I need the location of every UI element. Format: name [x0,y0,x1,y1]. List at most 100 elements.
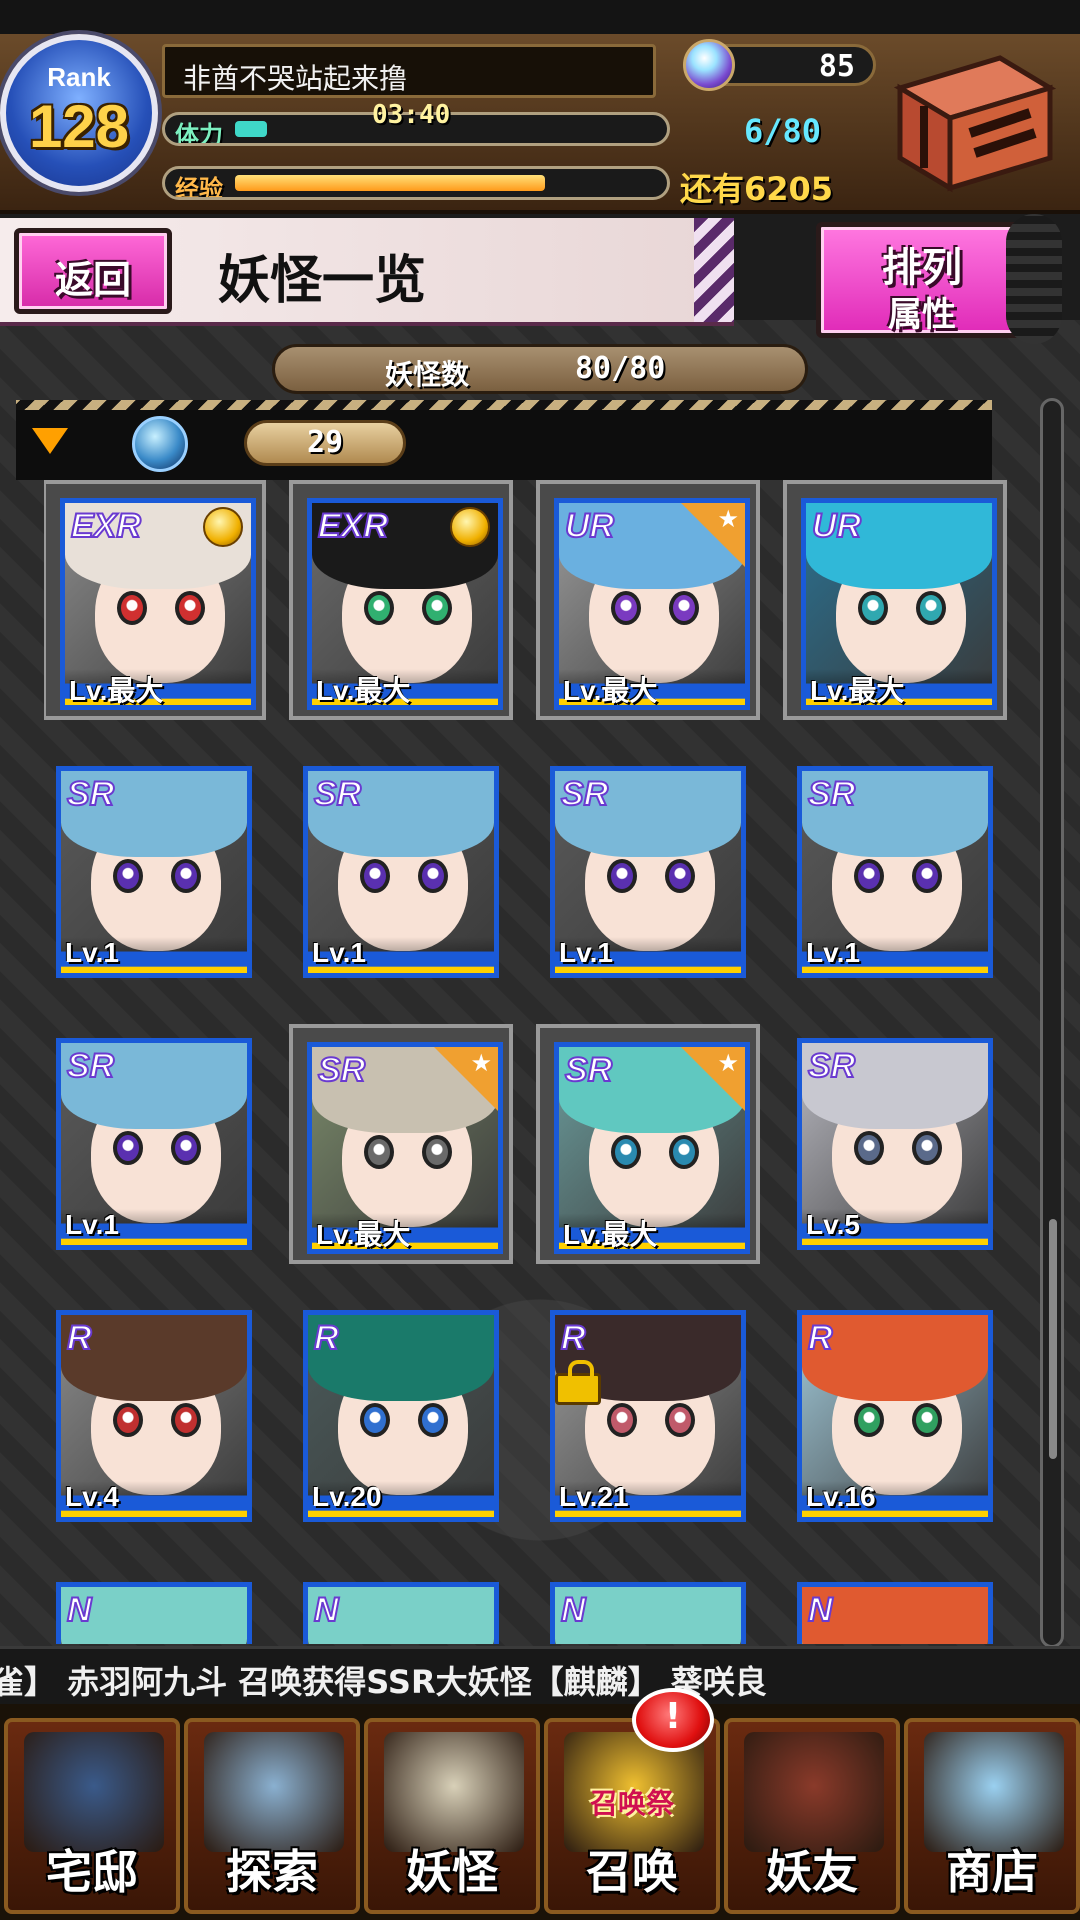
chest-icon[interactable] [880,48,1062,200]
yokai-card[interactable]: SR Lv.最大 [536,1024,760,1264]
portrait-eye [364,1135,394,1169]
rank-badge[interactable]: Rank 128 [0,34,158,192]
nav-item-house[interactable]: 宅邸 [4,1718,180,1914]
fox-girl-icon [744,1732,884,1852]
yokai-card[interactable]: UR Lv.最大 [536,480,760,720]
yokai-card[interactable]: EXR Lv.最大 [289,480,513,720]
rarity-label: EXR [317,506,389,546]
gem-counter[interactable]: 85 [683,39,876,91]
yokai-card[interactable]: N [289,1568,513,1644]
yokai-portrait: SR Lv.1 [303,766,499,978]
level-label: Lv.最大 [806,669,992,705]
nav-label: 宅邸 [46,1845,138,1899]
portrait-eye [912,859,942,893]
yokai-portrait: SR Lv.最大 [554,1042,750,1254]
yokai-card[interactable]: R Lv.20 [289,1296,513,1536]
dropdown-arrow-icon[interactable] [32,428,68,454]
yokai-card[interactable]: N [783,1568,1007,1644]
yokai-card[interactable]: SR Lv.1 [783,752,1007,992]
yokai-card[interactable]: SR Lv.1 [289,752,513,992]
level-label: Lv.最大 [559,1213,745,1249]
scroll-icon [384,1732,524,1852]
summon-fest-label: 召唤祭 [589,1787,674,1820]
yokai-card[interactable]: R Lv.4 [44,1296,266,1536]
yokai-card[interactable]: UR Lv.最大 [783,480,1007,720]
alert-mark: ! [664,1696,682,1737]
lock-icon [555,1360,601,1405]
back-button[interactable]: 返回 [14,228,172,314]
level-label: Lv.1 [61,937,247,973]
portrait-eye [611,591,641,625]
yokai-card[interactable]: SR Lv.1 [44,752,266,992]
rarity-label: N [66,1590,93,1630]
exp-label: 经验 [175,175,223,200]
scrollbar[interactable] [1040,398,1064,1648]
portrait-eye [858,591,888,625]
yokai-portrait: R Lv.21 [550,1310,746,1522]
portrait-eye [854,859,884,893]
level-label: Lv.16 [802,1481,988,1517]
portrait-eye [175,591,205,625]
yokai-card[interactable]: SR Lv.5 [783,1024,1007,1264]
yokai-card[interactable]: SR Lv.1 [44,1024,266,1264]
portrait-eye [665,859,695,893]
magnifier-icon [204,1732,344,1852]
yokai-portrait: N [797,1582,993,1644]
stamina-label: 体力 [175,121,223,146]
level-label: Lv.4 [61,1481,247,1517]
rarity-label: SR [807,774,856,814]
yokai-portrait: R Lv.16 [797,1310,993,1522]
yokai-portrait: R Lv.20 [303,1310,499,1522]
nav-item-scroll[interactable]: 妖怪 [364,1718,540,1914]
portrait-eye [854,1131,884,1165]
portrait-eye [854,1403,884,1437]
level-label: Lv.最大 [65,669,251,705]
yokai-portrait: SR Lv.1 [56,1038,252,1250]
yokai-portrait: SR Lv.最大 [307,1042,503,1254]
yokai-card[interactable]: N [44,1568,266,1644]
medal-icon [450,507,490,547]
yokai-portrait: SR Lv.5 [797,1038,993,1250]
water-element-icon[interactable] [132,416,188,472]
portrait-eye [113,1131,143,1165]
sort-value: 属性 [888,295,956,335]
yokai-card[interactable]: EXR Lv.最大 [44,480,266,720]
nav-label: 商店 [946,1845,1038,1899]
yokai-card[interactable]: SR Lv.最大 [289,1024,513,1264]
rarity-label: SR [313,774,362,814]
yokai-portrait: EXR Lv.最大 [307,498,503,710]
scrollbar-thumb[interactable] [1049,1219,1057,1459]
stamina-timer: 03:40 [372,100,451,130]
yokai-card[interactable]: N [536,1568,760,1644]
nav-item-magnifier[interactable]: 探索 [184,1718,360,1914]
rarity-label: N [560,1590,587,1630]
level-label: Lv.20 [308,1481,494,1517]
rarity-label: N [807,1590,834,1630]
level-label: Lv.5 [802,1209,988,1245]
rarity-label: SR [564,1050,613,1090]
portrait-eye [418,1403,448,1437]
gear-icon [1006,214,1062,344]
rank-label: Rank [47,62,111,92]
sort-button[interactable]: 排列 属性 [816,222,1028,338]
title-bar-stripes [694,218,734,322]
rank-value: 128 [28,93,130,160]
yokai-portrait: UR Lv.最大 [554,498,750,710]
portrait-eye [665,1403,695,1437]
rarity-label: R [560,1318,587,1358]
stamina-count: 6/80 [744,112,822,150]
yokai-card[interactable]: SR Lv.1 [536,752,760,992]
nav-item-orb[interactable]: 商店 [904,1718,1080,1914]
portrait-eye [117,591,147,625]
yokai-card[interactable]: R Lv.16 [783,1296,1007,1536]
portrait-eye [611,1135,641,1169]
nav-item-fox-girl[interactable]: 妖友 [724,1718,900,1914]
portrait-eye [113,1403,143,1437]
element-count: 29 [244,420,406,466]
yokai-card[interactable]: R Lv.21 [536,1296,760,1536]
rarity-label: R [313,1318,340,1358]
level-label: Lv.最大 [312,669,498,705]
portrait-eye [360,859,390,893]
player-name-box[interactable]: 非酋不哭站起来撸 [162,44,656,98]
portrait-eye [364,591,394,625]
